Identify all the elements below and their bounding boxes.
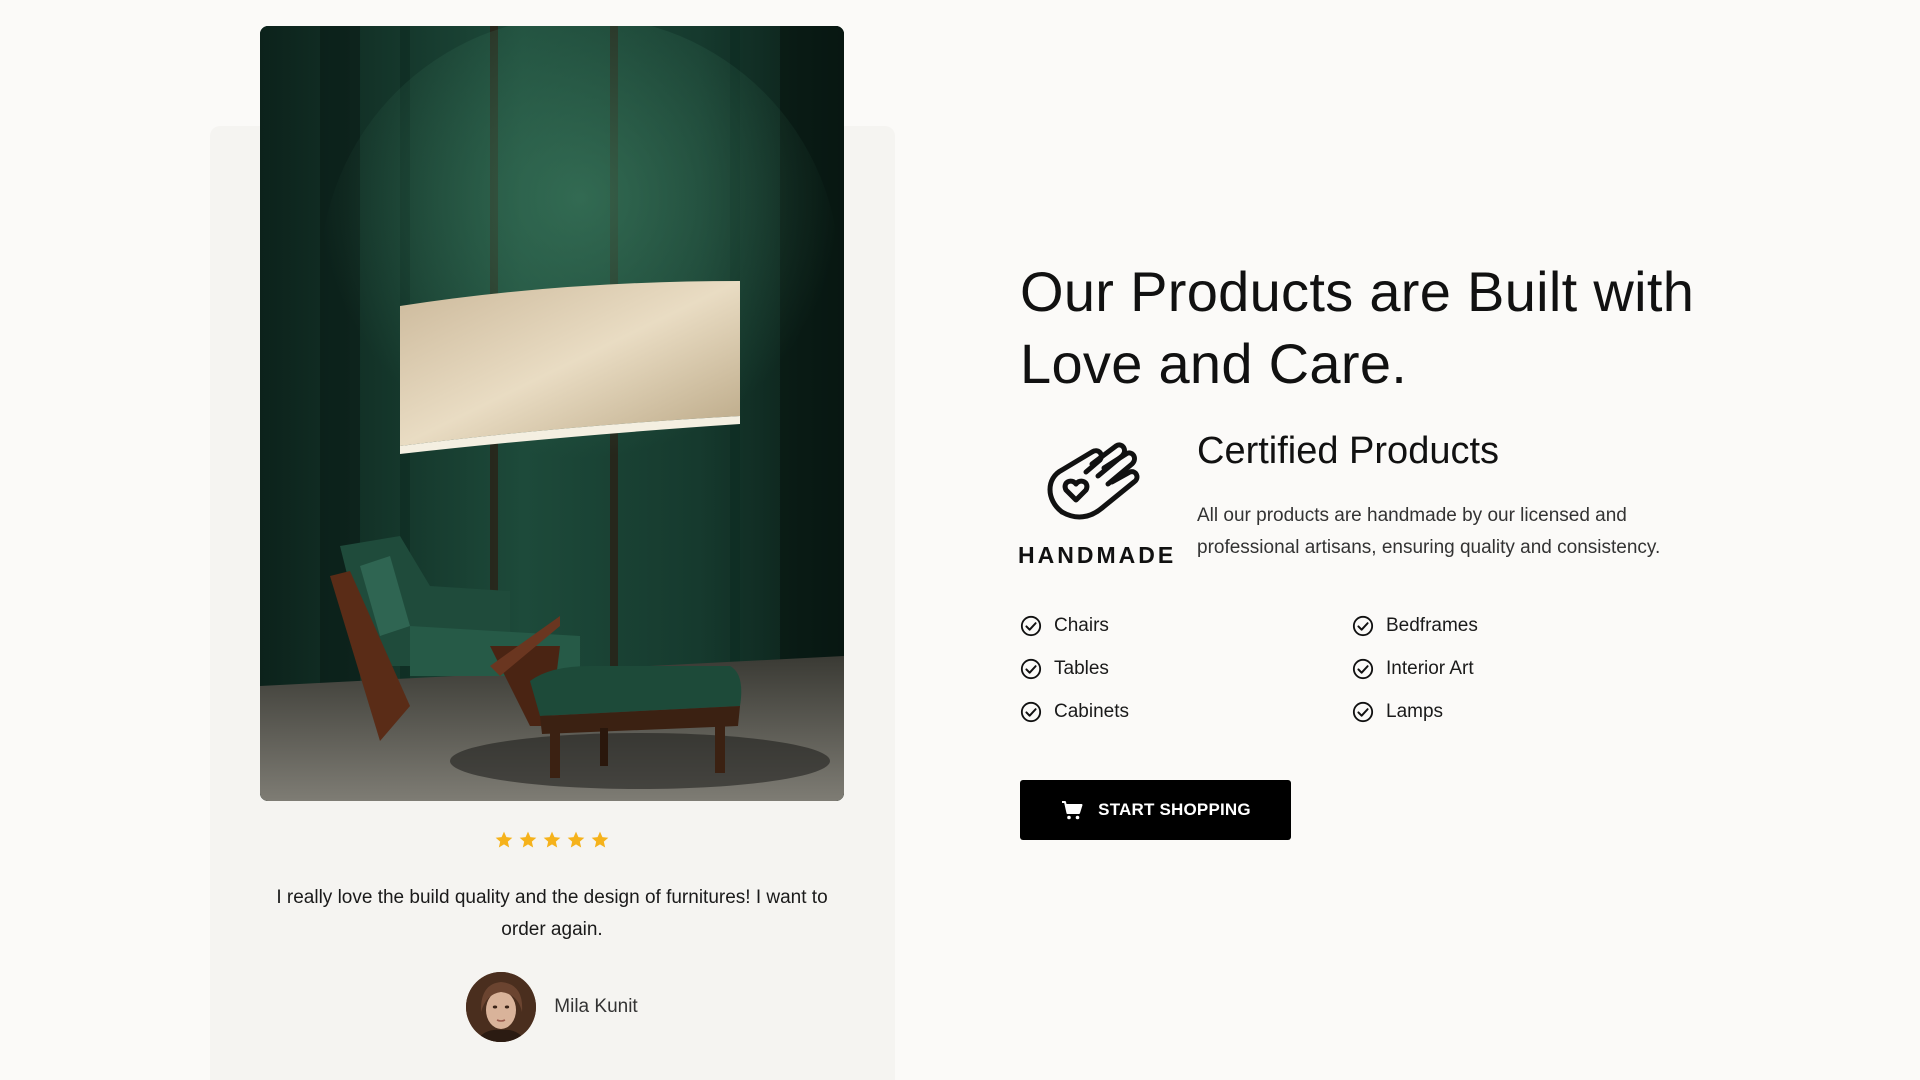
feature-item: Interior Art <box>1352 657 1684 681</box>
star-icon <box>591 831 609 848</box>
heart-hand-icon <box>1047 442 1140 520</box>
start-shopping-label: START SHOPPING <box>1098 800 1251 819</box>
reviewer: Mila Kunit <box>260 972 844 1042</box>
handmade-badge-text: HANDMADE <box>1018 542 1177 568</box>
page-title: Our Products are Built with Love and Car… <box>1020 260 1695 395</box>
certified-title: Certified Products <box>1197 430 1500 472</box>
cart-icon <box>1062 801 1083 820</box>
reviewer-avatar <box>466 972 537 1042</box>
handmade-badge: HANDMADE <box>1018 438 1177 568</box>
feature-item: Cabinets <box>1020 700 1352 724</box>
feature-label: Chairs <box>1054 615 1109 636</box>
certified-description: All our products are handmade by our lic… <box>1197 505 1661 558</box>
check-circle-icon <box>1020 701 1042 723</box>
page: I really love the build quality and the … <box>0 0 1920 1080</box>
star-icon <box>543 831 561 848</box>
star-icon <box>519 831 537 848</box>
rating-stars <box>260 830 844 850</box>
feature-item: Chairs <box>1020 614 1352 638</box>
feature-label: Cabinets <box>1054 701 1129 722</box>
feature-label: Lamps <box>1386 701 1444 722</box>
start-shopping-button[interactable]: START SHOPPING <box>1020 780 1291 840</box>
feature-label: Tables <box>1054 658 1109 679</box>
feature-list: Chairs Bedframes Tables Interior Art Cab… <box>1020 614 1700 724</box>
star-icon <box>495 831 513 848</box>
check-circle-icon <box>1352 658 1374 680</box>
star-icon <box>567 831 585 848</box>
reviewer-name: Mila Kunit <box>554 996 638 1017</box>
feature-item: Lamps <box>1352 700 1684 724</box>
check-circle-icon <box>1352 701 1374 723</box>
testimonial-quote: I really love the build quality and the … <box>276 887 828 940</box>
feature-item: Bedframes <box>1352 614 1684 638</box>
check-circle-icon <box>1020 658 1042 680</box>
feature-item: Tables <box>1020 657 1352 681</box>
feature-label: Interior Art <box>1386 658 1474 679</box>
product-photo <box>260 26 844 801</box>
check-circle-icon <box>1352 615 1374 637</box>
feature-label: Bedframes <box>1386 615 1478 636</box>
check-circle-icon <box>1020 615 1042 637</box>
